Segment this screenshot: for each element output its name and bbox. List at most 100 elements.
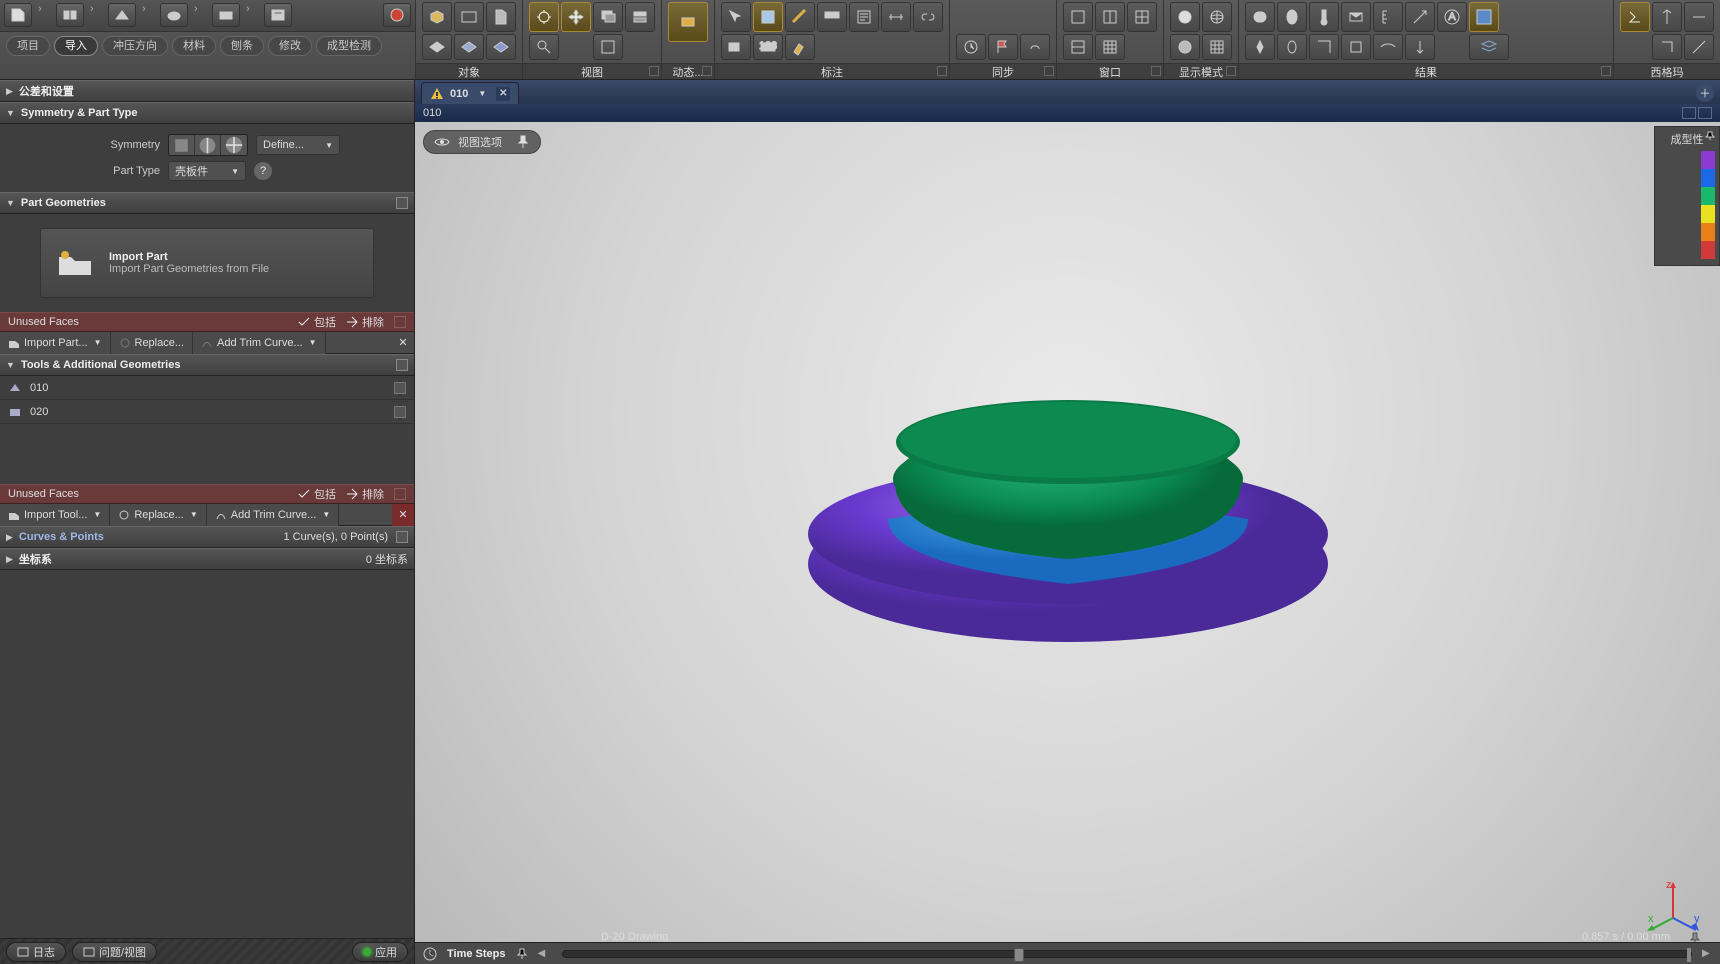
res-b6-icon[interactable]	[1405, 34, 1435, 60]
exclude-chip[interactable]: 排除	[346, 314, 384, 330]
pill-trim[interactable]: 刨条	[220, 36, 264, 56]
qa-btn-2[interactable]	[56, 3, 84, 27]
dyn-play-icon[interactable]	[668, 2, 708, 42]
pill-check[interactable]: 成型检测	[316, 36, 382, 56]
pill-stamping[interactable]: 冲压方向	[102, 36, 168, 56]
sync-flag-icon[interactable]	[988, 34, 1018, 60]
help-icon[interactable]: ?	[254, 162, 272, 180]
disp-shaded2-icon[interactable]	[1170, 34, 1200, 60]
annot-tag-icon[interactable]	[721, 34, 751, 60]
win-2v-icon[interactable]	[1063, 34, 1093, 60]
view-close-icon[interactable]	[1698, 107, 1712, 119]
win-2h-icon[interactable]	[1095, 2, 1125, 32]
checkbox[interactable]	[394, 488, 406, 500]
win-1-icon[interactable]	[1063, 2, 1093, 32]
add-tab-button[interactable]: ＋	[1696, 84, 1714, 102]
replace-tool-dropdown[interactable]: Replace...▼	[110, 504, 206, 526]
exclude-chip[interactable]: 排除	[346, 486, 384, 502]
pin-icon[interactable]	[516, 948, 528, 960]
corner-expand-icon[interactable]	[1044, 66, 1054, 76]
res-2-icon[interactable]	[1277, 2, 1307, 32]
tool-item-020[interactable]: 020	[0, 400, 414, 424]
viewport-3d[interactable]: 视图选项 成型性	[415, 122, 1720, 964]
view-pan-icon[interactable]	[561, 2, 591, 32]
view-zoom-icon[interactable]	[529, 34, 559, 60]
qa-btn-alert[interactable]	[383, 3, 411, 27]
annot-note-icon[interactable]	[849, 2, 879, 32]
res-b5-icon[interactable]	[1373, 34, 1403, 60]
pill-project[interactable]: 项目	[6, 36, 50, 56]
slider-thumb[interactable]	[1014, 948, 1024, 962]
annot-measure-icon[interactable]	[785, 2, 815, 32]
close-icon[interactable]: ✕	[392, 332, 414, 354]
import-part-button[interactable]: Import Part Import Part Geometries from …	[40, 228, 374, 298]
issue-button[interactable]: 问题/视图	[72, 942, 157, 962]
win-4-icon[interactable]	[1127, 2, 1157, 32]
annot-cursor-icon[interactable]	[721, 2, 751, 32]
log-button[interactable]: 日志	[6, 942, 66, 962]
add-trim-tool-dropdown[interactable]: Add Trim Curve...▼	[207, 504, 340, 526]
sym-quarter-icon[interactable]	[221, 135, 247, 155]
panel-tools[interactable]: Tools & Additional Geometries	[0, 354, 414, 376]
win-grid-icon[interactable]	[1095, 34, 1125, 60]
obj-face3-icon[interactable]	[486, 34, 516, 60]
time-slider[interactable]	[562, 950, 1693, 958]
tool-item-010[interactable]: 010	[0, 376, 414, 400]
pin-icon[interactable]	[516, 135, 530, 149]
disp-wire-icon[interactable]	[1202, 2, 1232, 32]
view-layers2-icon[interactable]	[625, 2, 655, 32]
corner-expand-icon[interactable]	[937, 66, 947, 76]
annot-select-icon[interactable]	[753, 2, 783, 32]
res-b4-icon[interactable]	[1341, 34, 1371, 60]
include-chip[interactable]: 包括	[298, 486, 336, 502]
corner-expand-icon[interactable]	[649, 66, 659, 76]
corner-expand-icon[interactable]	[1226, 66, 1236, 76]
view-layers-icon[interactable]	[593, 2, 623, 32]
symmetry-toggle[interactable]	[168, 134, 248, 156]
sigma-4-icon[interactable]	[1652, 34, 1682, 60]
view-triad[interactable]: z x y	[1644, 878, 1702, 936]
chevron-down-icon[interactable]: ▼	[474, 89, 490, 98]
obj-surface-icon[interactable]	[454, 2, 484, 32]
pin-icon[interactable]	[1705, 131, 1715, 141]
pill-modify[interactable]: 修改	[268, 36, 312, 56]
include-chip[interactable]: 包括	[298, 314, 336, 330]
res-b1-icon[interactable]	[1245, 34, 1275, 60]
view-options-pill[interactable]: 视图选项	[423, 130, 541, 154]
step-prev-icon[interactable]: ◀	[538, 948, 548, 959]
sync-link-icon[interactable]	[1020, 34, 1050, 60]
res-b2-icon[interactable]	[1277, 34, 1307, 60]
sigma-2-icon[interactable]	[1652, 2, 1682, 32]
sym-none-icon[interactable]	[169, 135, 195, 155]
res-1-icon[interactable]	[1245, 2, 1275, 32]
view-orbit-icon[interactable]	[529, 2, 559, 32]
sigma-1-icon[interactable]	[1620, 2, 1650, 32]
res-thermo-icon[interactable]	[1309, 2, 1339, 32]
qa-btn-6[interactable]	[264, 3, 292, 27]
checkbox[interactable]	[394, 406, 406, 418]
panel-symmetry[interactable]: Symmetry & Part Type	[0, 102, 414, 124]
import-part-dropdown[interactable]: Import Part...▼	[0, 332, 111, 354]
corner-expand-icon[interactable]	[702, 66, 712, 76]
view-maximize-icon[interactable]	[1682, 107, 1696, 119]
import-tool-dropdown[interactable]: Import Tool...▼	[0, 504, 110, 526]
annot-flag-icon[interactable]	[817, 2, 847, 32]
annot-link-icon[interactable]	[913, 2, 943, 32]
corner-expand-icon[interactable]	[1151, 66, 1161, 76]
res-arrow-icon[interactable]	[1405, 2, 1435, 32]
step-next-icon[interactable]: ▶	[1702, 948, 1712, 959]
checkbox[interactable]	[396, 197, 408, 209]
annot-num-icon[interactable]: 123	[753, 34, 783, 60]
obj-face2-icon[interactable]	[454, 34, 484, 60]
obj-book-icon[interactable]	[486, 2, 516, 32]
annot-pin-icon[interactable]	[785, 34, 815, 60]
corner-expand-icon[interactable]	[1601, 66, 1611, 76]
sigma-5-icon[interactable]	[1684, 34, 1714, 60]
qa-btn-5[interactable]	[212, 3, 240, 27]
pill-material[interactable]: 材料	[172, 36, 216, 56]
tab-010[interactable]: 010 ▼ ✕	[421, 82, 519, 104]
qa-btn-4[interactable]	[160, 3, 188, 27]
res-triangle-icon[interactable]: A	[1437, 2, 1467, 32]
tab-close-icon[interactable]: ✕	[496, 87, 510, 101]
sigma-3-icon[interactable]	[1684, 2, 1714, 32]
